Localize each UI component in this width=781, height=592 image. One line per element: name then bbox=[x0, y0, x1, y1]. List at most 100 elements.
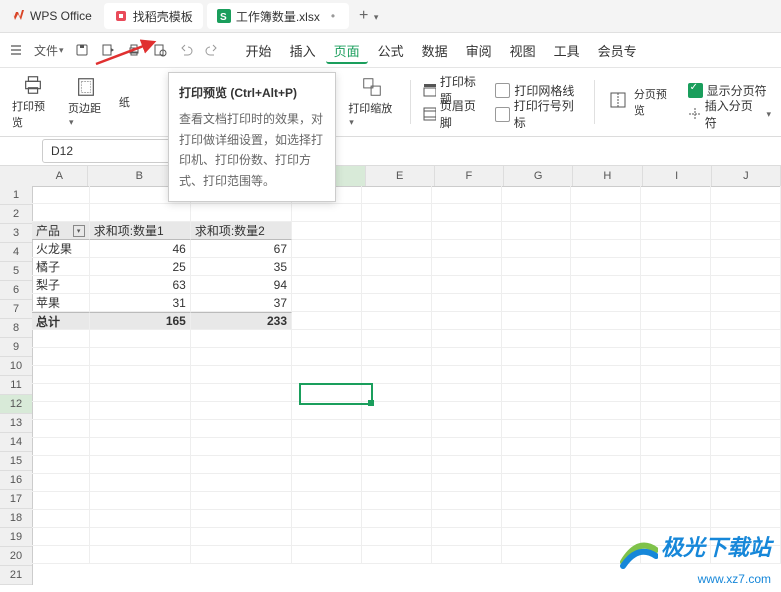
cell[interactable] bbox=[362, 510, 432, 528]
cell[interactable]: 梨子 bbox=[32, 276, 90, 294]
cell[interactable] bbox=[641, 510, 711, 528]
cell[interactable] bbox=[571, 276, 641, 294]
cell[interactable] bbox=[362, 492, 432, 510]
cell[interactable] bbox=[641, 402, 711, 420]
column-header[interactable]: E bbox=[366, 166, 435, 186]
cell[interactable] bbox=[292, 294, 362, 312]
cell[interactable] bbox=[571, 366, 641, 384]
cell[interactable] bbox=[641, 240, 711, 258]
cell[interactable] bbox=[641, 438, 711, 456]
cell[interactable]: 31 bbox=[90, 294, 191, 312]
row-header[interactable]: 17 bbox=[0, 490, 32, 509]
cell[interactable] bbox=[641, 546, 711, 564]
cell[interactable] bbox=[502, 420, 572, 438]
cell[interactable] bbox=[90, 402, 191, 420]
cell[interactable] bbox=[641, 330, 711, 348]
cell[interactable] bbox=[432, 330, 502, 348]
print-icon[interactable] bbox=[122, 38, 146, 62]
ribbon-print-rowcol[interactable]: 打印行号列标 bbox=[493, 103, 584, 125]
cell[interactable] bbox=[432, 420, 502, 438]
cell[interactable] bbox=[32, 546, 90, 564]
cell[interactable]: 35 bbox=[191, 258, 292, 276]
cell[interactable] bbox=[292, 276, 362, 294]
column-header[interactable]: A bbox=[32, 166, 88, 186]
cell[interactable] bbox=[502, 258, 572, 276]
cell[interactable] bbox=[362, 402, 432, 420]
cell[interactable] bbox=[191, 456, 292, 474]
row-header[interactable]: 12 bbox=[0, 395, 32, 414]
cell[interactable] bbox=[90, 348, 191, 366]
filter-icon[interactable]: ▾ bbox=[73, 225, 85, 237]
cell[interactable] bbox=[711, 222, 781, 240]
row-header[interactable]: 14 bbox=[0, 433, 32, 452]
cell[interactable] bbox=[191, 204, 292, 222]
cell[interactable] bbox=[571, 420, 641, 438]
cell[interactable] bbox=[711, 546, 781, 564]
cell[interactable] bbox=[571, 492, 641, 510]
cell[interactable] bbox=[362, 438, 432, 456]
cell[interactable] bbox=[641, 186, 711, 204]
cell[interactable] bbox=[641, 492, 711, 510]
cell[interactable] bbox=[641, 294, 711, 312]
cell[interactable] bbox=[641, 366, 711, 384]
cell[interactable] bbox=[90, 420, 191, 438]
cell[interactable] bbox=[432, 186, 502, 204]
menu-formula[interactable]: 公式 bbox=[370, 37, 412, 64]
cell[interactable] bbox=[432, 438, 502, 456]
cell[interactable] bbox=[571, 222, 641, 240]
row-header[interactable]: 15 bbox=[0, 452, 32, 471]
cell[interactable] bbox=[571, 312, 641, 330]
cell[interactable] bbox=[191, 384, 292, 402]
tab-template[interactable]: 找稻壳模板 bbox=[104, 3, 203, 29]
cell[interactable]: 25 bbox=[90, 258, 191, 276]
cell[interactable] bbox=[711, 384, 781, 402]
cell[interactable] bbox=[502, 474, 572, 492]
cell[interactable] bbox=[502, 294, 572, 312]
spreadsheet[interactable]: ABCDEFGHIJ 12345678910111213141516171819… bbox=[0, 166, 781, 592]
cell[interactable] bbox=[362, 330, 432, 348]
cell[interactable] bbox=[32, 366, 90, 384]
cell[interactable] bbox=[571, 474, 641, 492]
cell[interactable] bbox=[362, 186, 432, 204]
menu-data[interactable]: 数据 bbox=[414, 37, 456, 64]
cell[interactable] bbox=[711, 456, 781, 474]
new-tab-button[interactable]: + ▾ bbox=[351, 7, 386, 25]
cell[interactable] bbox=[292, 402, 362, 420]
menu-member[interactable]: 会员专 bbox=[590, 37, 645, 64]
cell[interactable] bbox=[571, 546, 641, 564]
cell[interactable] bbox=[292, 312, 362, 330]
cell[interactable] bbox=[292, 438, 362, 456]
cell[interactable] bbox=[362, 312, 432, 330]
cells-area[interactable]: 产品▾求和项:数量1求和项:数量2火龙果4667橘子2535梨子6394苹果31… bbox=[32, 186, 781, 564]
cell[interactable] bbox=[502, 546, 572, 564]
cell[interactable]: 63 bbox=[90, 276, 191, 294]
cell[interactable] bbox=[502, 348, 572, 366]
row-header[interactable]: 8 bbox=[0, 319, 32, 338]
cell[interactable] bbox=[711, 528, 781, 546]
cell[interactable] bbox=[502, 366, 572, 384]
cell[interactable] bbox=[502, 528, 572, 546]
cell[interactable] bbox=[571, 348, 641, 366]
cell[interactable] bbox=[292, 420, 362, 438]
cell[interactable] bbox=[571, 240, 641, 258]
cell[interactable] bbox=[571, 204, 641, 222]
cell[interactable]: 233 bbox=[191, 312, 292, 330]
cell[interactable] bbox=[711, 348, 781, 366]
cell[interactable] bbox=[571, 186, 641, 204]
menu-toggle-icon[interactable] bbox=[4, 38, 28, 62]
row-header[interactable]: 2 bbox=[0, 205, 32, 224]
row-header[interactable]: 18 bbox=[0, 509, 32, 528]
cell[interactable] bbox=[90, 330, 191, 348]
cell[interactable] bbox=[502, 240, 572, 258]
cell[interactable] bbox=[32, 330, 90, 348]
cell[interactable] bbox=[191, 330, 292, 348]
cell[interactable] bbox=[362, 204, 432, 222]
cell[interactable] bbox=[432, 258, 502, 276]
cell[interactable] bbox=[292, 456, 362, 474]
redo-icon[interactable] bbox=[200, 38, 224, 62]
cell[interactable] bbox=[711, 492, 781, 510]
row-header[interactable]: 3 bbox=[0, 224, 32, 243]
cell[interactable] bbox=[362, 474, 432, 492]
cell[interactable] bbox=[90, 366, 191, 384]
cell[interactable] bbox=[292, 546, 362, 564]
